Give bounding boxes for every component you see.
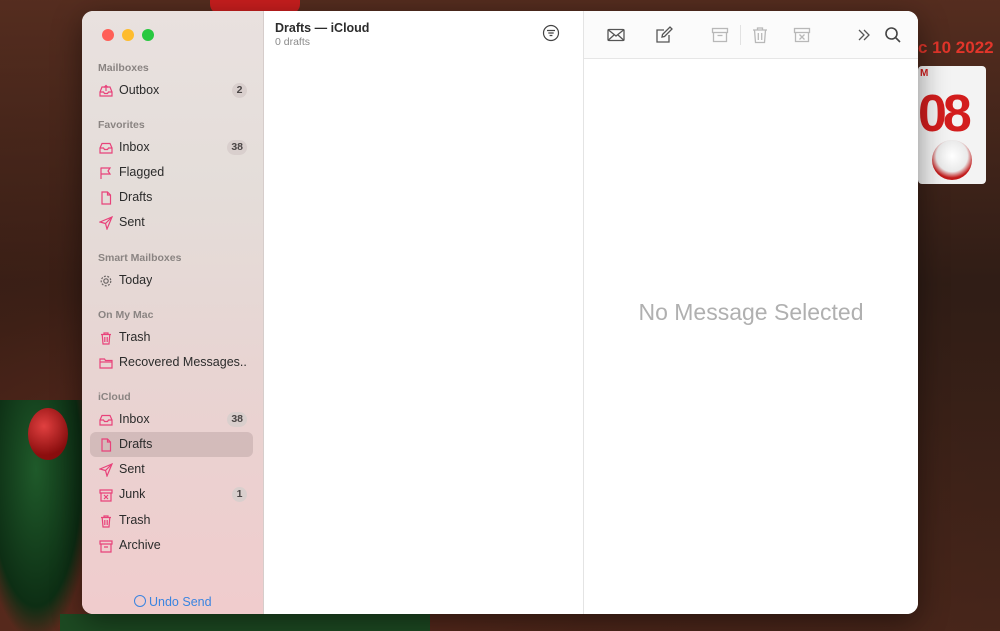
search-icon <box>885 27 901 43</box>
compose-icon <box>656 26 673 43</box>
trash-icon <box>753 27 767 44</box>
section-title-mailboxes: Mailboxes <box>98 62 149 74</box>
unread-count-badge: 38 <box>227 412 247 427</box>
filter-button[interactable] <box>542 24 560 42</box>
sidebar-item-icloud-archive[interactable]: Archive <box>90 533 253 558</box>
calendar-digits: 08 <box>918 85 972 143</box>
mail-window: Mailboxes Outbox 2 Favorites Inbox 38 Fl… <box>82 11 918 614</box>
toolbar <box>584 11 918 59</box>
sidebar-item-label: Drafts <box>119 437 153 451</box>
background-date-text: c 10 2022 <box>918 38 994 57</box>
zoom-window-button[interactable] <box>142 29 154 41</box>
calendar-tag: M <box>920 68 929 79</box>
sidebar: Mailboxes Outbox 2 Favorites Inbox 38 Fl… <box>82 11 264 614</box>
sidebar-item-icloud-trash[interactable]: Trash <box>90 508 253 533</box>
toolbar-separator <box>740 25 741 45</box>
undo-send-button[interactable]: Undo Send <box>134 595 212 609</box>
junk-icon <box>99 488 113 502</box>
section-title-favorites: Favorites <box>98 119 145 131</box>
sidebar-item-label: Junk <box>119 487 146 501</box>
sidebar-item-label: Recovered Messages... <box>119 355 247 369</box>
minimize-window-button[interactable] <box>122 29 134 41</box>
compose-button[interactable] <box>654 25 674 45</box>
unread-count-badge: 38 <box>227 140 247 155</box>
sidebar-item-icloud-junk[interactable]: Junk 1 <box>90 482 253 507</box>
unread-count-badge: 2 <box>232 83 247 98</box>
sidebar-item-favorites-inbox[interactable]: Inbox 38 <box>90 135 253 160</box>
outbox-icon <box>99 84 113 98</box>
paper-plane-icon <box>99 216 113 230</box>
sidebar-item-label: Outbox <box>119 83 160 97</box>
get-mail-button[interactable] <box>606 25 626 45</box>
sidebar-item-flagged[interactable]: Flagged <box>90 160 253 185</box>
document-icon <box>99 438 113 452</box>
no-message-selected-text: No Message Selected <box>638 299 864 325</box>
sidebar-item-mac-trash[interactable]: Trash <box>90 325 253 350</box>
junk-button[interactable] <box>792 25 812 45</box>
archive-icon <box>99 539 113 553</box>
close-window-button[interactable] <box>102 29 114 41</box>
window-controls <box>102 29 154 41</box>
sidebar-item-label: Drafts <box>119 190 153 204</box>
sidebar-item-favorites-drafts[interactable]: Drafts <box>90 185 253 210</box>
archive-button[interactable] <box>710 25 730 45</box>
unread-count-badge: 1 <box>232 487 247 502</box>
section-title-on-my-mac: On My Mac <box>98 309 154 321</box>
calendar-snowman <box>932 140 972 180</box>
message-list-pane: Drafts — iCloud 0 drafts <box>264 11 584 614</box>
sidebar-item-icloud-drafts[interactable]: Drafts <box>90 432 253 457</box>
message-viewer-pane: No Message Selected <box>584 11 918 614</box>
sidebar-item-label: Sent <box>119 215 145 229</box>
sidebar-item-icloud-inbox[interactable]: Inbox 38 <box>90 407 253 432</box>
search-button[interactable] <box>883 25 903 45</box>
undo-icon <box>134 595 146 607</box>
sidebar-item-label: Flagged <box>119 165 165 179</box>
filter-icon <box>542 24 560 42</box>
sidebar-item-recovered-messages[interactable]: Recovered Messages... <box>90 350 253 375</box>
background-calendar: M 08 <box>918 66 986 184</box>
sidebar-item-label: Sent <box>119 462 145 476</box>
paper-plane-icon <box>99 463 113 477</box>
sidebar-item-label: Archive <box>119 538 161 552</box>
section-title-icloud: iCloud <box>98 391 131 403</box>
undo-send-label: Undo Send <box>149 595 212 609</box>
delete-button[interactable] <box>750 25 770 45</box>
archive-icon <box>711 27 729 43</box>
sidebar-item-favorites-sent[interactable]: Sent <box>90 210 253 235</box>
sidebar-item-label: Inbox <box>119 140 150 154</box>
mailbox-count: 0 drafts <box>275 36 311 48</box>
section-title-smart-mailboxes: Smart Mailboxes <box>98 252 182 264</box>
flag-icon <box>99 166 113 180</box>
envelope-icon <box>607 28 625 42</box>
background-elf-hat <box>28 408 68 460</box>
folder-icon <box>99 356 113 370</box>
sidebar-item-label: Trash <box>119 513 151 527</box>
gear-icon <box>99 274 113 288</box>
trash-icon <box>99 331 113 345</box>
chevron-double-right-icon <box>858 29 870 41</box>
junk-icon <box>793 27 811 43</box>
sidebar-item-today[interactable]: Today <box>90 268 253 293</box>
more-toolbar-button[interactable] <box>854 25 874 45</box>
trash-icon <box>99 514 113 528</box>
sidebar-item-label: Today <box>119 273 153 287</box>
background-green-base <box>60 614 430 631</box>
inbox-icon <box>99 141 113 155</box>
sidebar-item-label: Trash <box>119 330 151 344</box>
document-icon <box>99 191 113 205</box>
sidebar-item-icloud-sent[interactable]: Sent <box>90 457 253 482</box>
sidebar-item-label: Inbox <box>119 412 150 426</box>
sidebar-item-outbox[interactable]: Outbox 2 <box>90 78 253 103</box>
inbox-icon <box>99 413 113 427</box>
mailbox-title: Drafts — iCloud <box>275 21 370 35</box>
